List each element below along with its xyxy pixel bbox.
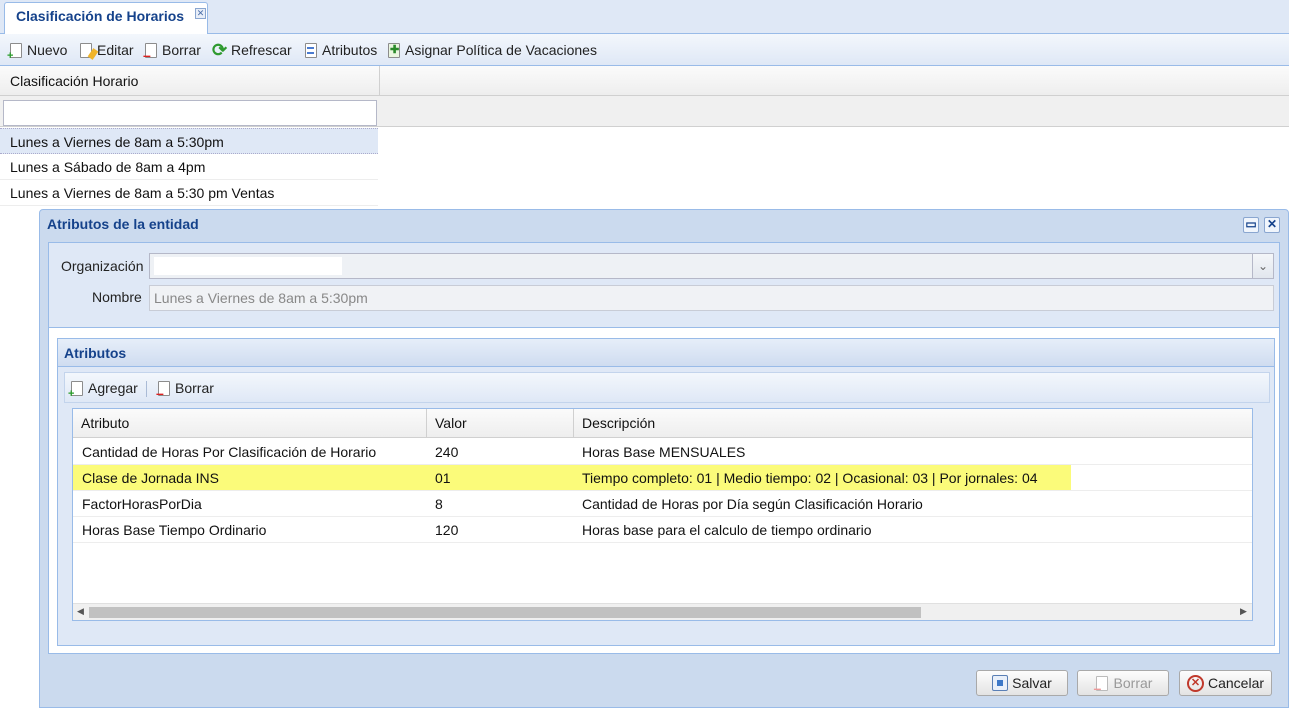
refresh-button-label: Refrescar: [231, 42, 292, 58]
window-body: Organización ⌄ Nombre Lunes a Viernes de…: [48, 242, 1280, 654]
attributes-button-label: Atributos: [322, 42, 378, 58]
grid-header: Clasificación Horario: [0, 66, 1289, 96]
refresh-button[interactable]: ⟳ Refrescar: [212, 40, 292, 60]
maximize-icon[interactable]: ▭: [1243, 217, 1259, 233]
refresh-icon: ⟳: [212, 39, 228, 60]
cancel-button[interactable]: ✕ Cancelar: [1179, 670, 1272, 696]
attributes-button[interactable]: Atributos: [303, 40, 377, 60]
organizacion-value: [154, 257, 342, 275]
scrollbar-thumb[interactable]: [89, 607, 921, 618]
cell-atributo: Clase de Jornada INS: [82, 470, 219, 486]
panel-title: Atributos: [58, 339, 1274, 367]
attributes-grid: Atributo Valor Descripción Cantidad de H…: [72, 408, 1253, 621]
nombre-label: Nombre: [92, 289, 142, 305]
edit-doc-icon: [78, 42, 99, 60]
table-row[interactable]: Cantidad de Horas Por Clasificación de H…: [73, 439, 1252, 465]
column-atributo[interactable]: Atributo: [73, 409, 427, 438]
add-attribute-label: Agregar: [88, 380, 138, 396]
new-doc-icon: +: [7, 42, 24, 61]
add-attribute-button[interactable]: + Agregar: [68, 378, 138, 399]
vacation-policy-icon: ✚: [388, 42, 400, 58]
tab-clasificacion-horarios[interactable]: Clasificación de Horarios ✕: [4, 2, 208, 34]
column-clasificacion-horario[interactable]: Clasificación Horario: [0, 66, 380, 96]
filter-input[interactable]: [3, 100, 377, 126]
filter-row: [0, 96, 1289, 127]
save-button-label: Salvar: [1012, 675, 1052, 691]
assign-vacation-policy-label: Asignar Política de Vacaciones: [405, 42, 597, 58]
horizontal-scrollbar[interactable]: ◀ ▶: [73, 603, 1252, 620]
table-row[interactable]: Horas Base Tiempo Ordinario 120 Horas ba…: [73, 517, 1252, 543]
cancel-icon: ✕: [1186, 674, 1204, 692]
assign-vacation-policy-button[interactable]: ✚ Asignar Política de Vacaciones: [386, 40, 597, 60]
new-button-label: Nuevo: [27, 42, 68, 58]
delete-button-label: Borrar: [162, 42, 201, 58]
tab-close-icon[interactable]: ✕: [195, 8, 206, 19]
grid-row[interactable]: Lunes a Viernes de 8am a 5:30 pm Ventas: [0, 180, 378, 206]
attributes-window: Atributos de la entidad ▭ ✕ Organización…: [39, 209, 1289, 708]
grid-row[interactable]: Lunes a Viernes de 8am a 5:30pm: [0, 128, 378, 154]
organizacion-combo[interactable]: ⌄: [149, 253, 1274, 279]
close-icon[interactable]: ✕: [1264, 217, 1280, 233]
cell-valor: 01: [435, 470, 451, 486]
nombre-field[interactable]: Lunes a Viernes de 8am a 5:30pm: [149, 285, 1274, 311]
window-title: Atributos de la entidad: [47, 216, 199, 232]
cell-valor: 8: [435, 496, 443, 512]
attributes-icon: [303, 42, 319, 59]
delete-entity-label: Borrar: [1113, 675, 1153, 691]
edit-button-label: Editar: [97, 42, 134, 58]
main-toolbar: + Nuevo Editar – Borrar ⟳ Refrescar Atri…: [0, 34, 1289, 66]
tab-strip: Clasificación de Horarios ✕: [0, 0, 1289, 34]
delete-doc-icon: –: [156, 380, 172, 400]
delete-doc-icon: –: [1094, 675, 1110, 695]
table-row-highlighted[interactable]: Clase de Jornada INS 01 Tiempo completo:…: [73, 465, 1252, 491]
cell-descripcion: Tiempo completo: 01 | Medio tiempo: 02 |…: [582, 470, 1038, 486]
toolbar-separator: [146, 381, 147, 397]
grid-row[interactable]: Lunes a Sábado de 8am a 4pm: [0, 154, 378, 180]
cell-atributo: FactorHorasPorDia: [82, 496, 202, 512]
chevron-down-icon[interactable]: ⌄: [1252, 254, 1273, 278]
cancel-button-label: Cancelar: [1207, 675, 1265, 691]
attributes-panel: Atributos + Agregar – Borrar Atributo Va…: [57, 338, 1275, 646]
new-doc-icon: +: [68, 380, 85, 399]
save-icon: [992, 675, 1009, 691]
cell-descripcion: Cantidad de Horas por Día según Clasific…: [582, 496, 923, 512]
cell-valor: 240: [435, 444, 459, 460]
column-valor[interactable]: Valor: [427, 409, 574, 438]
attributes-section: Atributos + Agregar – Borrar Atributo Va…: [49, 327, 1279, 653]
delete-doc-icon: –: [143, 42, 159, 62]
edit-button[interactable]: Editar: [78, 40, 134, 60]
delete-entity-button[interactable]: – Borrar: [1077, 670, 1169, 696]
save-button[interactable]: Salvar: [976, 670, 1068, 696]
delete-attribute-button[interactable]: – Borrar: [156, 378, 214, 400]
organizacion-label: Organización: [61, 258, 144, 274]
delete-button[interactable]: – Borrar: [143, 40, 201, 62]
panel-toolbar: + Agregar – Borrar: [64, 372, 1270, 403]
attributes-grid-header: Atributo Valor Descripción: [73, 409, 1252, 438]
column-descripcion[interactable]: Descripción: [574, 409, 1252, 438]
cell-descripcion: Horas Base MENSUALES: [582, 444, 746, 460]
delete-attribute-label: Borrar: [175, 380, 214, 396]
cell-atributo: Cantidad de Horas Por Clasificación de H…: [82, 444, 377, 460]
scroll-left-icon[interactable]: ◀: [77, 606, 84, 617]
table-row[interactable]: FactorHorasPorDia 8 Cantidad de Horas po…: [73, 491, 1252, 517]
tab-title: Clasificación de Horarios: [16, 8, 185, 24]
cell-atributo: Horas Base Tiempo Ordinario: [82, 522, 267, 538]
cell-descripcion: Horas base para el calculo de tiempo ord…: [582, 522, 872, 538]
cell-valor: 120: [435, 522, 459, 538]
scroll-right-icon[interactable]: ▶: [1240, 606, 1247, 617]
new-button[interactable]: + Nuevo: [7, 40, 68, 61]
